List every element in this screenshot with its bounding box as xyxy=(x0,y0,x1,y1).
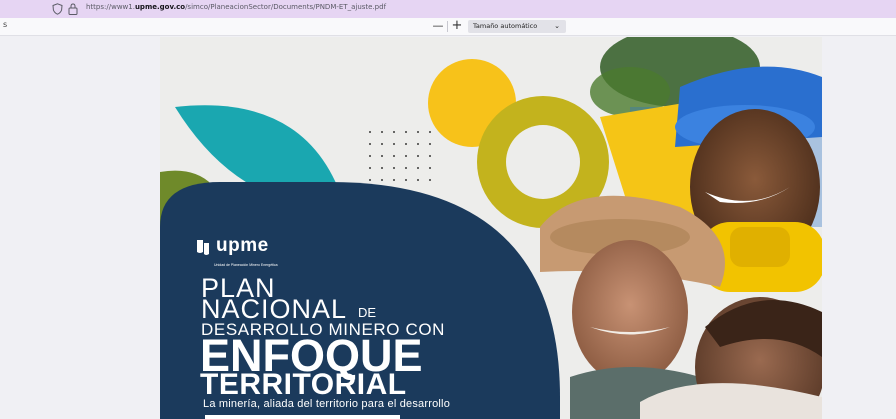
url-text[interactable]: https://www1.upme.gov.co/simco/Planeacio… xyxy=(86,3,386,11)
pdf-page: upme Unidad de Planeación Minero Energét… xyxy=(160,37,822,419)
url-bar[interactable]: https://www1.upme.gov.co/simco/Planeacio… xyxy=(0,0,896,18)
toolbar-fragment: s xyxy=(3,20,8,29)
zoom-select[interactable]: Tamaño automático ⌄ xyxy=(468,20,566,33)
title-nacional: NACIONAL xyxy=(201,294,348,324)
zoom-out-button[interactable]: — xyxy=(432,19,444,33)
toolbar-separator xyxy=(447,21,448,32)
upme-logo: upme xyxy=(212,235,269,257)
pdf-viewer[interactable]: upme Unidad de Planeación Minero Energét… xyxy=(0,37,896,419)
zoom-select-value: Tamaño automático xyxy=(473,22,538,30)
chevron-down-icon: ⌄ xyxy=(554,22,560,30)
shield-icon[interactable] xyxy=(52,3,63,15)
lock-icon[interactable] xyxy=(68,3,78,15)
logo-subtitle: Unidad de Planeación Minero Energética xyxy=(214,263,278,267)
zoom-in-button[interactable]: + xyxy=(451,18,463,33)
pdf-toolbar: s — + Tamaño automático ⌄ xyxy=(0,18,896,36)
title-territorial: TERRITORIAL xyxy=(200,368,407,401)
url-domain: upme.gov.co xyxy=(134,3,186,11)
url-path: /simco/PlaneacionSector/Documents/PNDM-E… xyxy=(185,3,387,11)
cover-tagline: La minería, aliada del territorio para e… xyxy=(203,398,451,410)
url-prefix: https://www1. xyxy=(86,3,135,11)
title-de: DE xyxy=(358,305,377,320)
logo-text: upme xyxy=(216,235,269,256)
